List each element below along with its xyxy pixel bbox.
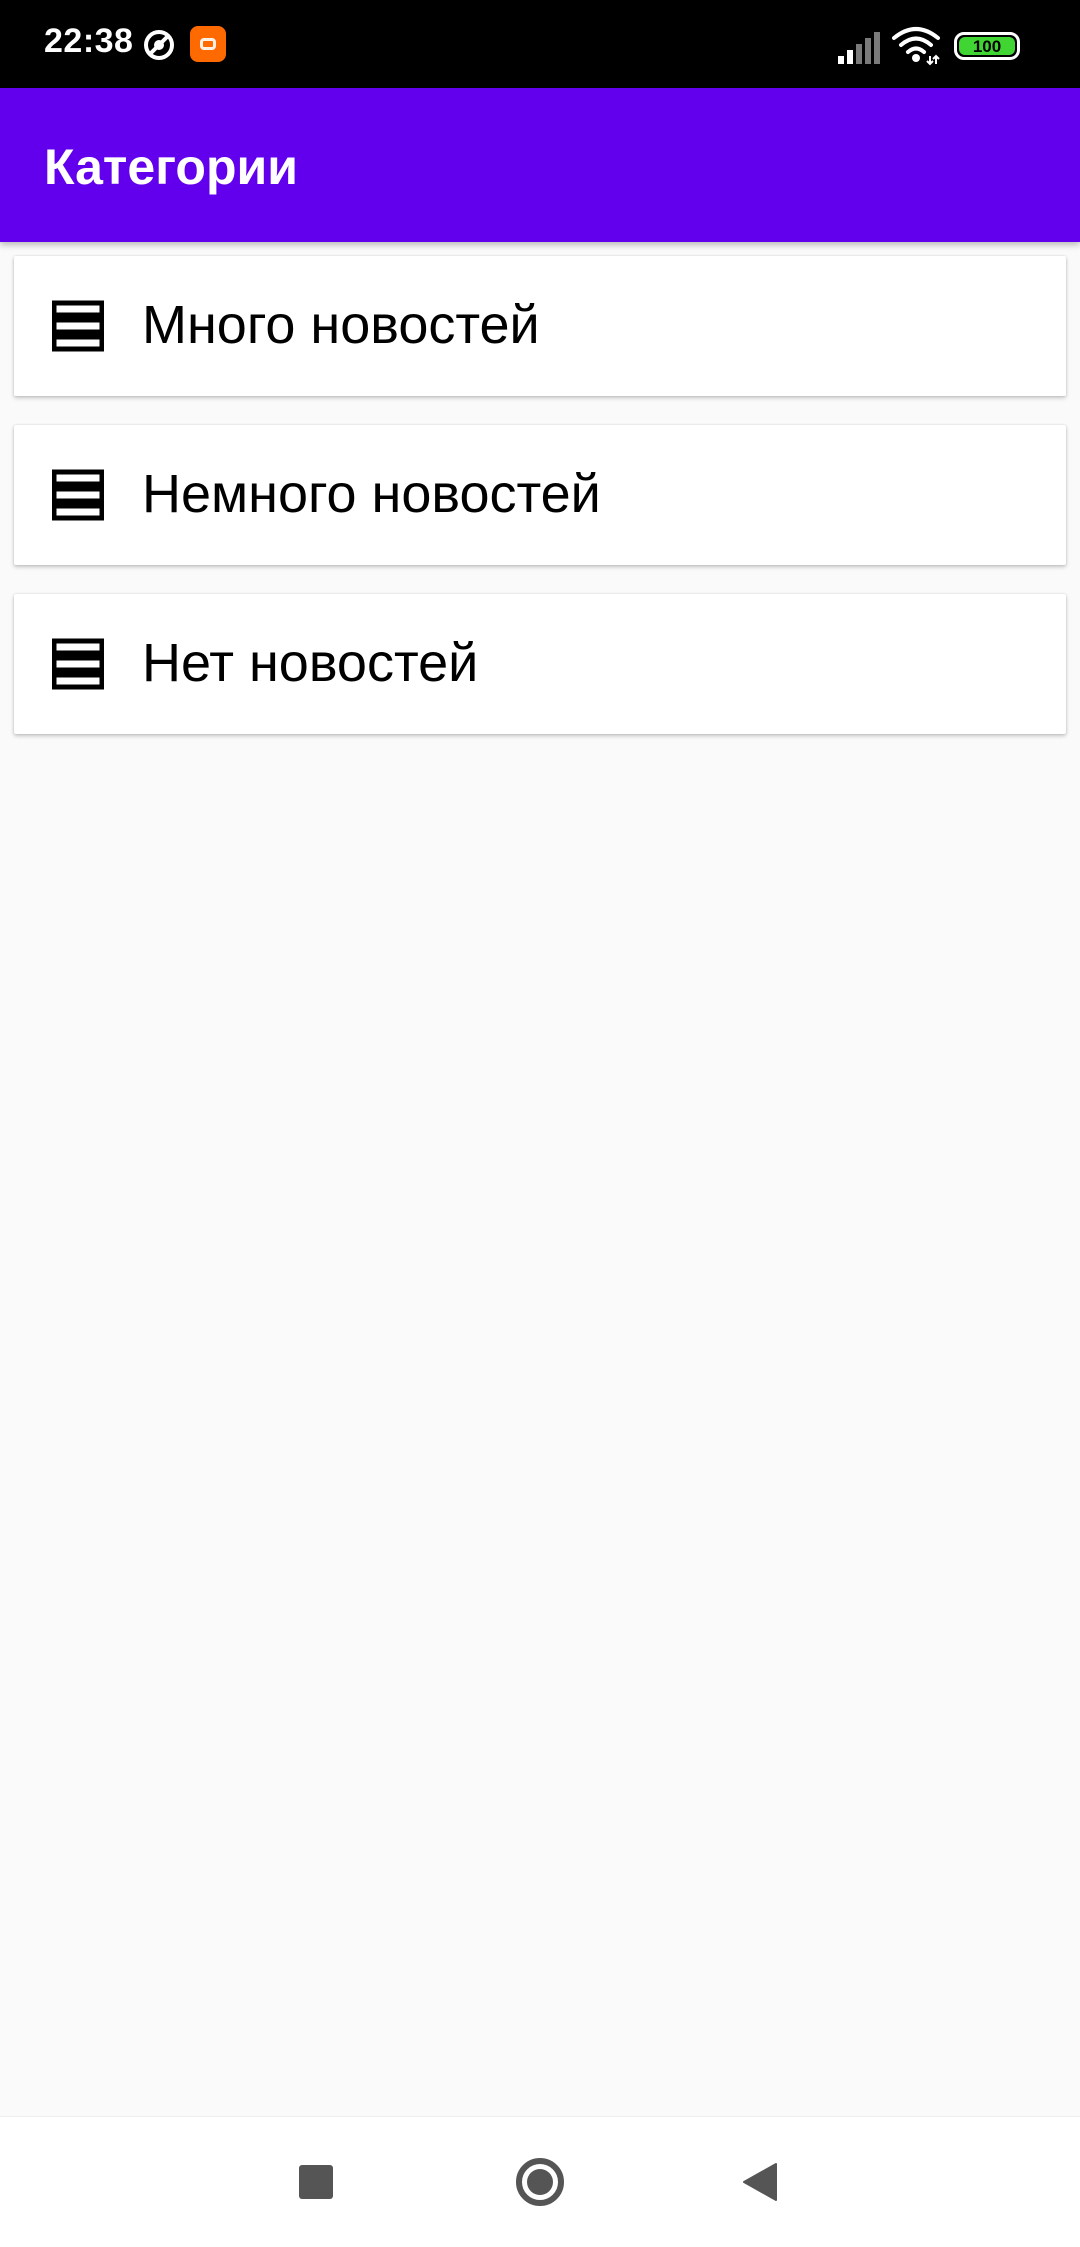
category-label: Нет новостей — [142, 633, 479, 693]
do-not-disturb-icon — [144, 30, 174, 60]
cellular-signal-icon — [838, 32, 880, 64]
battery-level: 100 — [959, 37, 1015, 55]
back-button[interactable] — [700, 2117, 820, 2247]
page-title: Категории — [44, 139, 298, 195]
recents-icon — [299, 2165, 333, 2199]
battery-icon: 100 — [954, 32, 1020, 60]
category-item-some-news[interactable]: Немного новостей — [14, 425, 1066, 565]
status-bar: 22:38 100 — [0, 0, 1080, 88]
category-item-no-news[interactable]: Нет новостей — [14, 594, 1066, 734]
mi-app-icon — [190, 26, 226, 62]
navigation-bar — [0, 2116, 1080, 2247]
home-icon — [516, 2158, 564, 2206]
category-label: Много новостей — [142, 295, 540, 355]
app-bar: Категории — [0, 88, 1080, 242]
status-time: 22:38 — [44, 22, 134, 60]
category-item-many-news[interactable]: Много новостей — [14, 256, 1066, 396]
category-label: Немного новостей — [142, 464, 601, 524]
back-icon — [743, 2163, 777, 2201]
list-icon — [52, 469, 104, 521]
list-icon — [52, 300, 104, 352]
wifi-icon — [892, 27, 940, 66]
list-icon — [52, 638, 104, 690]
home-button[interactable] — [480, 2117, 600, 2247]
recents-button[interactable] — [256, 2117, 376, 2247]
